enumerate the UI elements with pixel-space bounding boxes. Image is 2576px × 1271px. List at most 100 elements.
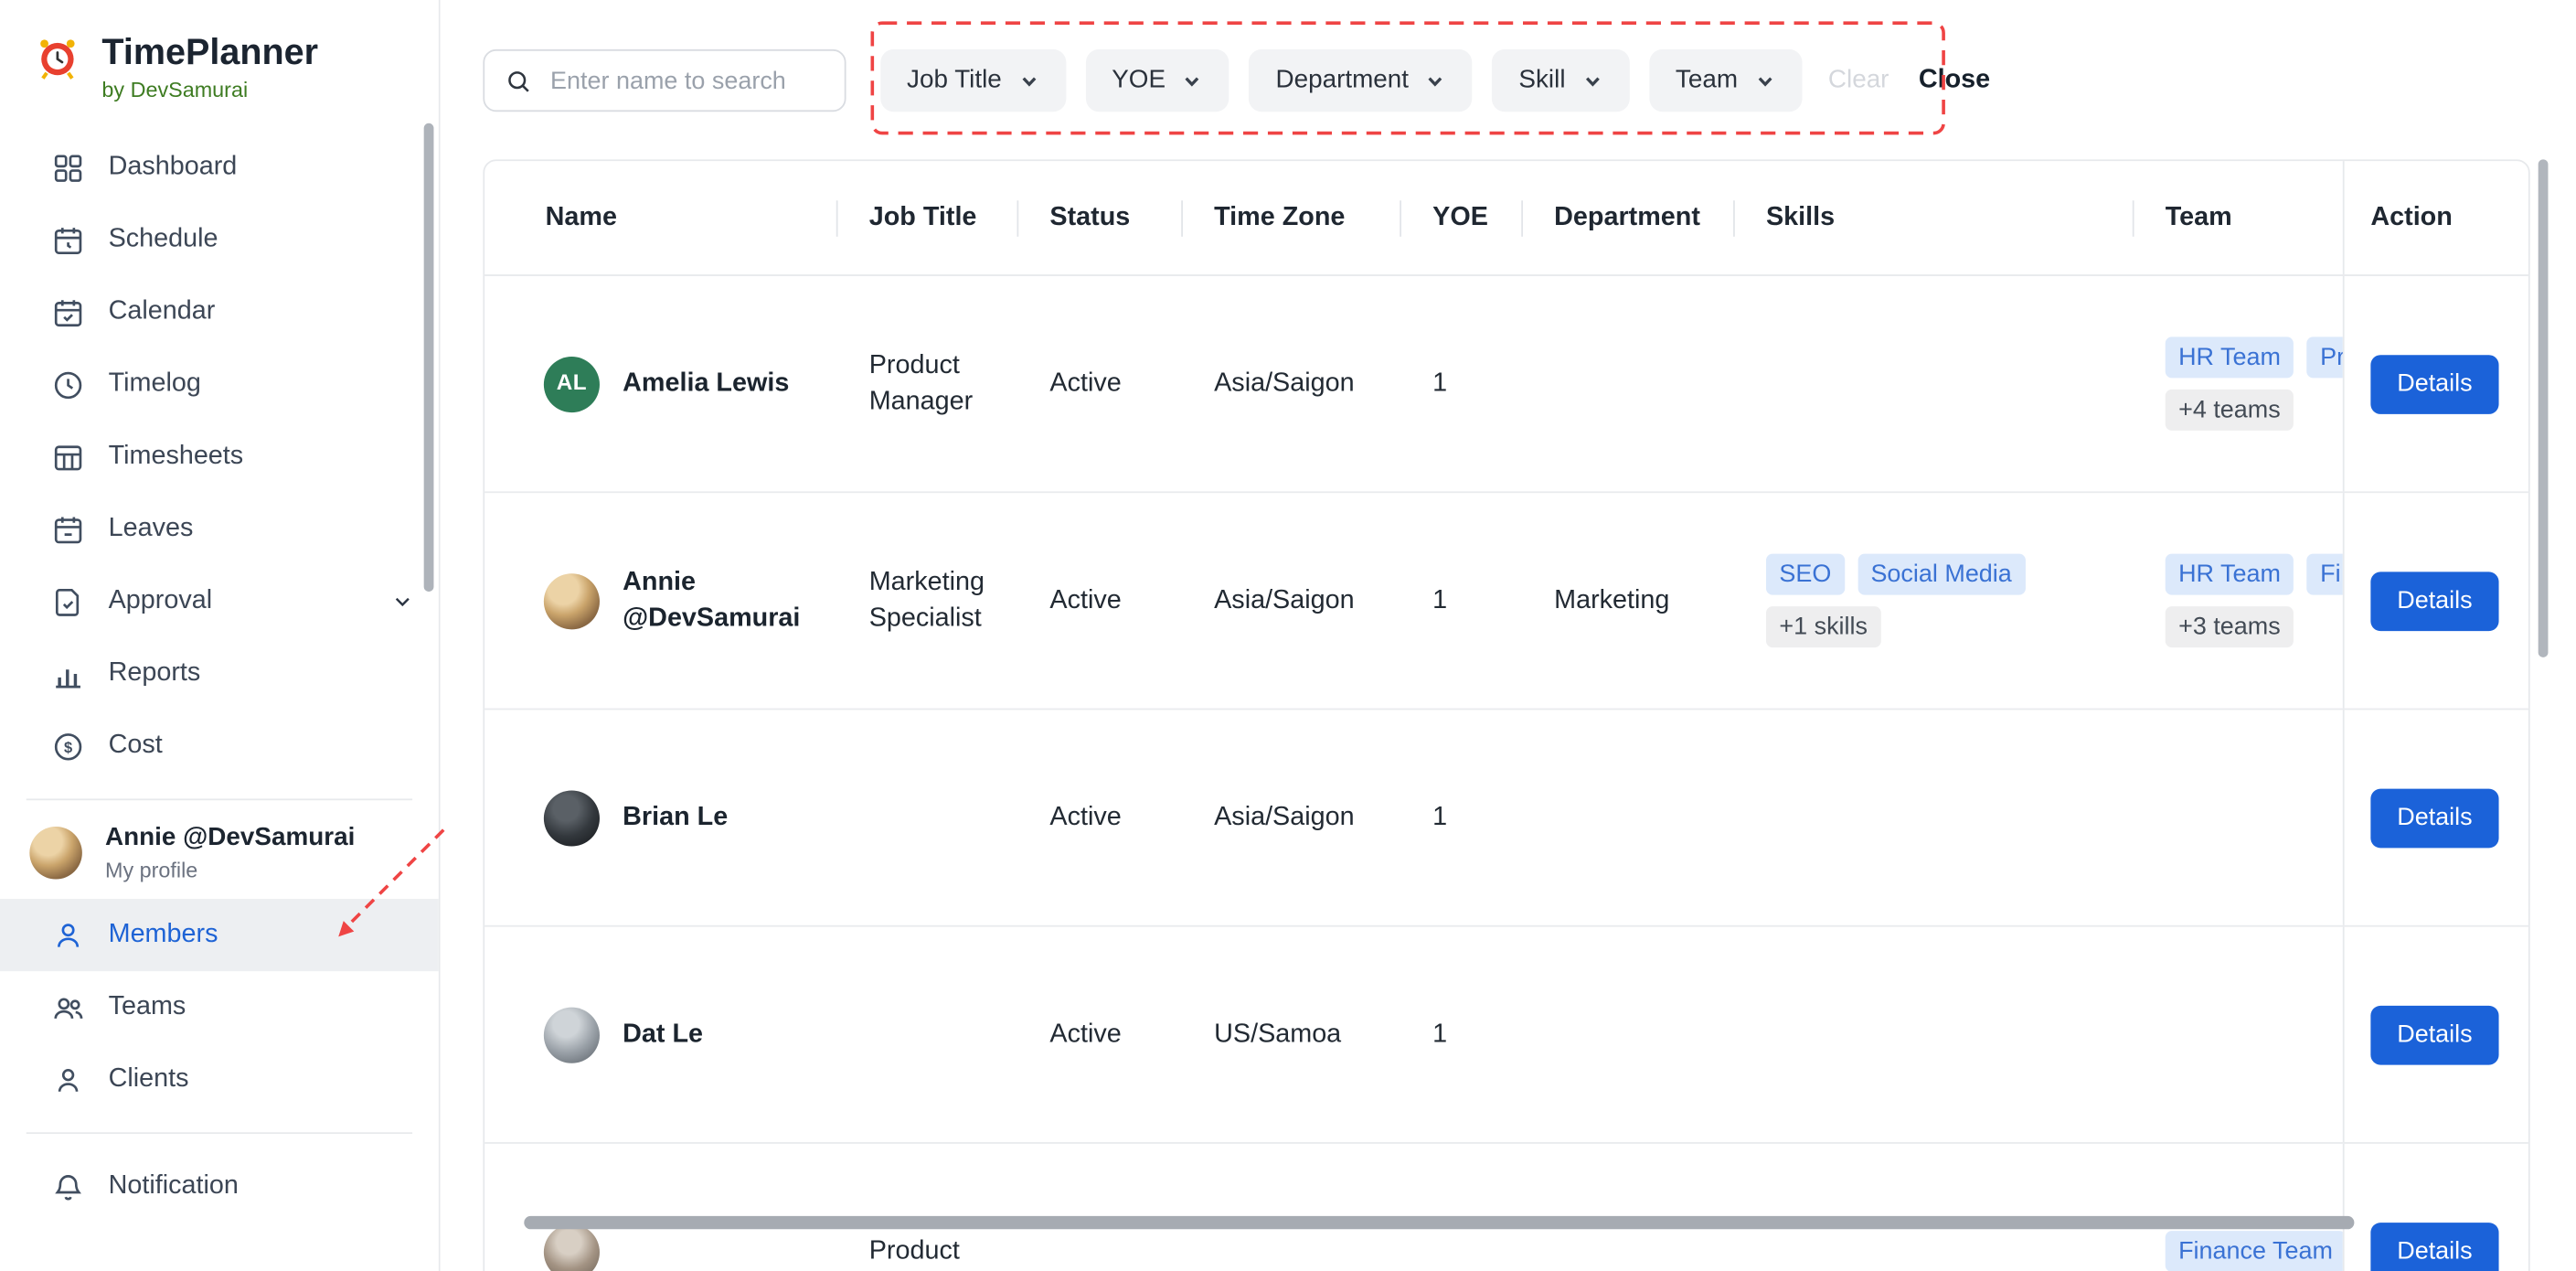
cell-action: Details bbox=[2342, 710, 2525, 925]
table-header: Name Job Title Status Time Zone YOE Depa… bbox=[484, 161, 2528, 276]
sidebar-item-members[interactable]: Members bbox=[0, 899, 439, 972]
filter-job-title[interactable]: Job Title bbox=[880, 48, 1066, 112]
column-header-skills[interactable]: Skills bbox=[1735, 161, 2134, 274]
horizontal-scrollbar[interactable] bbox=[524, 1215, 2355, 1230]
sidebar-nav: Dashboard Schedule Calendar Timelog Time… bbox=[0, 132, 439, 783]
sidebar-item-leaves[interactable]: Leaves bbox=[0, 493, 439, 565]
profile-subtitle: My profile bbox=[105, 858, 198, 883]
filter-group: Job Title YOE Department Skill Team bbox=[880, 48, 1803, 112]
chevron-down-icon[interactable] bbox=[389, 589, 416, 615]
details-button[interactable]: Details bbox=[2370, 571, 2499, 631]
avatar bbox=[543, 789, 600, 846]
filter-label: Department bbox=[1275, 65, 1410, 94]
table-row: Dat Le Active US/Samoa 1 Details bbox=[484, 926, 2528, 1144]
column-header-time-zone[interactable]: Time Zone bbox=[1183, 161, 1402, 274]
sidebar-item-approval[interactable]: Approval bbox=[0, 566, 439, 638]
timelog-icon bbox=[49, 367, 86, 403]
details-button[interactable]: Details bbox=[2370, 787, 2499, 848]
clear-filters-button[interactable]: Clear bbox=[1828, 66, 1889, 95]
cell-team bbox=[2134, 927, 2343, 1142]
column-header-action: Action bbox=[2342, 161, 2525, 275]
cell-yoe: 1 bbox=[1432, 586, 1448, 614]
sidebar-item-label: Reports bbox=[108, 659, 201, 688]
sidebar-item-notification[interactable]: Notification bbox=[0, 1150, 439, 1223]
table-row: Product Finance Team Details bbox=[484, 1143, 2528, 1271]
filter-yoe[interactable]: YOE bbox=[1085, 48, 1230, 112]
column-header-job-title[interactable]: Job Title bbox=[838, 161, 1019, 274]
filter-department[interactable]: Department bbox=[1249, 48, 1474, 112]
cell-skills bbox=[1735, 276, 2134, 491]
reports-icon bbox=[49, 656, 86, 692]
profile-item[interactable]: Annie @DevSamurai My profile bbox=[0, 817, 439, 900]
cell-team bbox=[2134, 710, 2343, 924]
filter-label: YOE bbox=[1112, 65, 1166, 94]
close-filters-button[interactable]: Close bbox=[1919, 66, 1990, 95]
member-name: Brian Le bbox=[623, 803, 729, 831]
details-button[interactable]: Details bbox=[2370, 1004, 2499, 1064]
column-header-team[interactable]: Team bbox=[2134, 161, 2343, 274]
svg-text:$: $ bbox=[63, 740, 71, 756]
avatar: AL bbox=[543, 356, 600, 412]
cell-status: Active bbox=[1049, 586, 1122, 614]
more-teams-chip: +4 teams bbox=[2165, 389, 2294, 431]
team-chip: Finance Team bbox=[2165, 1231, 2343, 1271]
more-teams-chip: +3 teams bbox=[2165, 606, 2294, 648]
filter-skill[interactable]: Skill bbox=[1492, 48, 1630, 112]
details-button[interactable]: Details bbox=[2370, 1222, 2499, 1271]
sidebar-item-label: Teams bbox=[108, 992, 186, 1021]
sidebar-item-clients[interactable]: Clients bbox=[0, 1044, 439, 1116]
sidebar-item-label: Schedule bbox=[108, 225, 218, 254]
member-name: Annie @DevSamurai bbox=[623, 568, 801, 633]
sidebar-item-reports[interactable]: Reports bbox=[0, 638, 439, 710]
cost-icon: $ bbox=[49, 728, 86, 764]
member-name: Dat Le bbox=[623, 1020, 704, 1049]
team-chip: HR Team bbox=[2165, 553, 2294, 595]
cell-skills bbox=[1735, 927, 2134, 1142]
cell-yoe: 1 bbox=[1432, 803, 1448, 831]
calendar-icon bbox=[49, 294, 86, 331]
brand: TimePlanner by DevSamurai bbox=[0, 0, 439, 112]
column-header-status[interactable]: Status bbox=[1018, 161, 1183, 274]
details-button[interactable]: Details bbox=[2370, 354, 2499, 413]
cell-status: Active bbox=[1049, 803, 1122, 831]
cell-job-title: Product bbox=[868, 1236, 960, 1266]
clients-icon bbox=[49, 1062, 86, 1098]
sidebar-item-calendar[interactable]: Calendar bbox=[0, 276, 439, 348]
member-icon bbox=[49, 917, 86, 954]
avatar bbox=[543, 1006, 600, 1063]
sidebar-item-label: Approval bbox=[108, 586, 213, 615]
sidebar-item-dashboard[interactable]: Dashboard bbox=[0, 132, 439, 204]
cell-department bbox=[1523, 276, 1735, 491]
sidebar-item-timelog[interactable]: Timelog bbox=[0, 348, 439, 421]
table-row: AL Amelia Lewis Product Manager Active A… bbox=[484, 275, 2528, 494]
filter-team[interactable]: Team bbox=[1649, 48, 1803, 112]
chevron-down-icon bbox=[1425, 69, 1446, 91]
sidebar: TimePlanner by DevSamurai Dashboard Sche… bbox=[0, 0, 441, 1271]
sidebar-item-cost[interactable]: $ Cost bbox=[0, 710, 439, 783]
table-row: Brian Le Active Asia/Saigon 1 Details bbox=[484, 710, 2528, 927]
app-title: TimePlanner bbox=[101, 31, 319, 73]
sidebar-item-teams[interactable]: Teams bbox=[0, 971, 439, 1043]
vertical-scrollbar[interactable] bbox=[2538, 159, 2549, 657]
cell-time-zone: Asia/Saigon bbox=[1214, 586, 1355, 614]
search-box[interactable] bbox=[483, 48, 846, 112]
cell-status: Active bbox=[1049, 368, 1122, 398]
cell-department: Marketing bbox=[1554, 586, 1670, 614]
sidebar-scrollbar[interactable] bbox=[423, 123, 434, 592]
sidebar-divider bbox=[26, 798, 413, 801]
search-input[interactable] bbox=[547, 64, 825, 97]
sidebar-item-timesheets[interactable]: Timesheets bbox=[0, 421, 439, 493]
chevron-down-icon bbox=[1754, 69, 1775, 91]
cell-department bbox=[1523, 710, 1735, 924]
main-content: Job Title YOE Department Skill Team bbox=[440, 0, 2576, 1271]
cell-department bbox=[1523, 927, 1735, 1142]
column-header-name[interactable]: Name bbox=[484, 161, 838, 274]
column-header-yoe[interactable]: YOE bbox=[1401, 161, 1524, 274]
sidebar-item-schedule[interactable]: Schedule bbox=[0, 204, 439, 276]
schedule-icon bbox=[49, 222, 86, 259]
filter-label: Team bbox=[1675, 65, 1739, 94]
column-header-department[interactable]: Department bbox=[1523, 161, 1735, 274]
more-skills-chip: +1 skills bbox=[1765, 606, 1881, 648]
cell-team: Finance Team bbox=[2134, 1144, 2343, 1271]
table-body: AL Amelia Lewis Product Manager Active A… bbox=[484, 275, 2528, 1271]
